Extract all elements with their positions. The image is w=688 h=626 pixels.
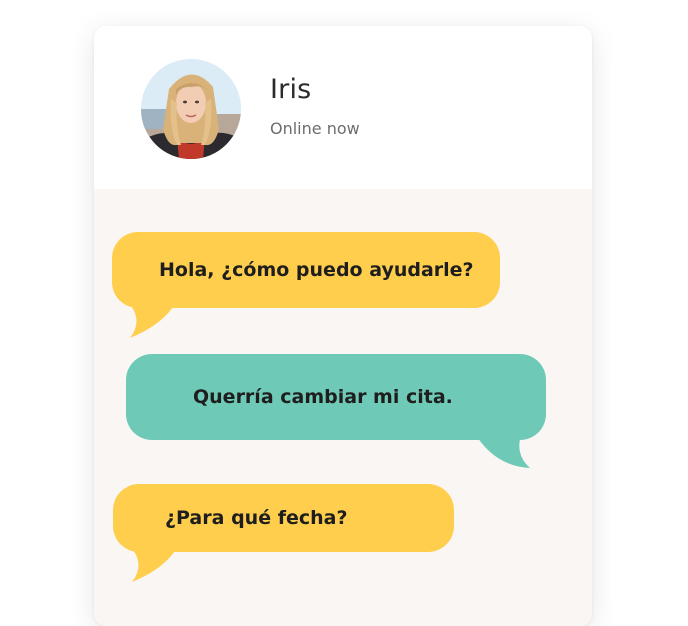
- contact-name: Iris: [270, 74, 312, 105]
- avatar[interactable]: [141, 59, 241, 159]
- avatar-photo: [141, 59, 241, 159]
- bubble-tail: [128, 302, 176, 338]
- message-bubble-agent: ¿Para qué fecha?: [113, 484, 454, 552]
- contact-status: Online now: [270, 119, 360, 138]
- message-text: ¿Para qué fecha?: [165, 507, 348, 529]
- chat-window: Iris Online now Hola, ¿cómo puedo ayudar…: [94, 26, 592, 626]
- bubble-tail: [474, 432, 530, 468]
- message-bubble-user: Querría cambiar mi cita.: [126, 354, 546, 440]
- message-text: Hola, ¿cómo puedo ayudarle?: [159, 259, 474, 281]
- chat-header: Iris Online now: [94, 26, 592, 189]
- message-bubble-agent: Hola, ¿cómo puedo ayudarle?: [112, 232, 500, 308]
- bubble-tail: [130, 546, 178, 582]
- message-text: Querría cambiar mi cita.: [193, 386, 453, 408]
